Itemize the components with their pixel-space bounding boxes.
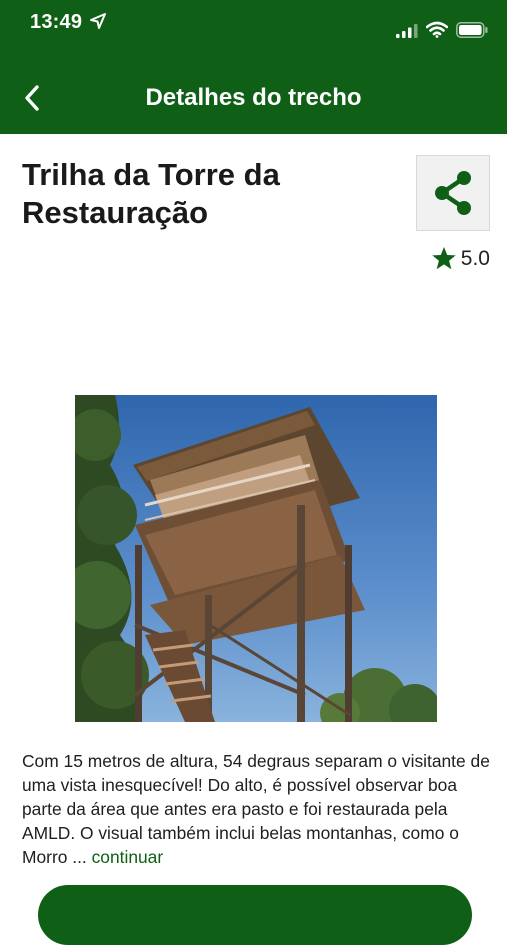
navigation-bar: Detalhes do trecho — [0, 60, 507, 134]
location-arrow-icon — [90, 13, 106, 29]
tower-illustration — [75, 395, 437, 722]
app-header: 13:49 Detalhes do trecho — [0, 0, 507, 134]
trail-title: Trilha da Torre da Restauração — [22, 157, 280, 230]
status-bar: 13:49 — [0, 0, 507, 46]
wifi-icon — [426, 21, 448, 38]
share-button[interactable] — [416, 155, 490, 231]
rating-value: 5.0 — [460, 246, 490, 270]
page-title: Detalhes do trecho — [145, 84, 362, 111]
star-icon — [432, 247, 456, 270]
primary-action-button[interactable] — [38, 885, 472, 945]
observation-tower-photo — [75, 395, 437, 722]
cellular-signal-icon — [396, 24, 418, 38]
status-time: 13:49 — [30, 11, 83, 33]
share-icon — [435, 171, 471, 215]
trail-description: Com 15 metros de altura, 54 degraus sepa… — [22, 749, 492, 869]
rating: 5.0 — [431, 246, 490, 271]
battery-icon — [456, 22, 488, 38]
continue-reading-link[interactable]: continuar — [92, 847, 164, 867]
description-ellipsis: ... — [72, 847, 87, 867]
